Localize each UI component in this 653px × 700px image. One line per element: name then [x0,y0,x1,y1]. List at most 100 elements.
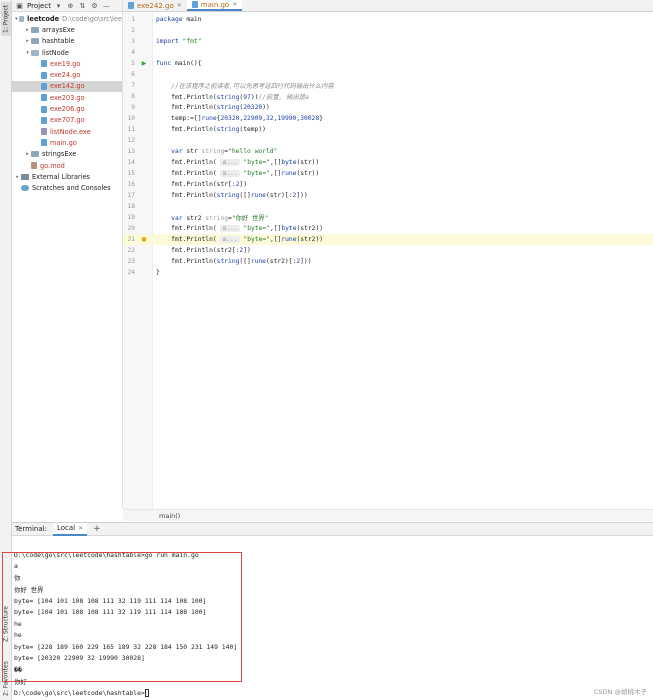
code-line[interactable]: 6 [123,69,653,80]
close-icon[interactable]: ✕ [78,525,83,532]
library-icon [21,173,29,180]
tree-item[interactable]: Scratches and Consoles [12,182,122,193]
code-text: fmt.Println(string(20320)) [156,104,270,111]
go-file-icon [128,2,134,9]
code-text: fmt.Println(string(97))//前置, 输出是a [156,94,309,101]
tree-item[interactable]: exe142.go [12,80,122,93]
tree-item-label: main.go [50,138,77,147]
tree-item[interactable]: main.go [12,137,122,148]
code-line[interactable]: 22 fmt.Println(str2[:2]) [123,245,653,256]
tree-item[interactable]: exe707.go [12,115,122,126]
project-tree: ▾ leetcode D:\code\go\src\lee ▸ arraysExe ▸ ha… [12,12,122,194]
tree-item[interactable]: ▸ arraysExe [12,24,122,35]
run-icon[interactable]: ▶ [135,60,153,67]
line-number: 6 [131,71,135,78]
code-line[interactable]: 20 fmt.Println( a... "byte=",[]byte(str2… [123,223,653,234]
exe-file-icon [41,128,47,136]
tree-item[interactable]: ▸ External Libraries [12,171,122,182]
tree-item-label: exe206.go [50,105,85,114]
lightbulb-icon[interactable]: ● [135,236,153,243]
project-tool-tab[interactable]: 1: Project [1,2,11,36]
locate-icon[interactable]: ⊕ [66,2,75,10]
breadcrumb[interactable]: main() [123,509,653,521]
tree-item[interactable]: ▾ leetcode D:\code\go\src\lee [12,13,122,24]
terminal-tab-local[interactable]: Local ✕ [52,522,88,536]
chevron-right-icon[interactable]: ▸ [14,174,21,180]
line-number: 22 [127,247,135,254]
code-line[interactable]: 16 fmt.Println(str[:2]) [123,179,653,190]
tree-item[interactable]: exe24.go [12,69,122,80]
chevron-right-icon[interactable]: ▸ [24,27,31,33]
code-text: fmt.Println(string([]rune(str2)[:2])) [156,258,312,265]
tree-item[interactable]: go.mod [12,160,122,171]
code-line[interactable]: 13 var str string="hello world" [123,146,653,157]
code-line[interactable]: 3 import "fmt" [123,36,653,47]
go-file-icon [41,60,47,68]
line-number: 17 [127,192,135,199]
tree-item[interactable]: listNode.exe [12,126,122,137]
close-icon[interactable]: ✕ [232,1,237,8]
code-line[interactable]: 18 [123,201,653,212]
hide-icon[interactable]: — [102,2,111,10]
code-text: var str2 string="你好 世界" [171,215,269,222]
tree-item[interactable]: exe19.go [12,58,122,69]
tree-item-label: listNode [42,48,69,57]
tree-item[interactable]: exe203.go [12,92,122,103]
code-text: fmt.Println(str2[:2]) [156,247,251,254]
tree-item[interactable]: ▸ hashtable [12,36,122,47]
terminal-final-prompt[interactable]: D:\code\go\src\leetcode\hashtable> [14,689,149,697]
chevron-right-icon[interactable]: ▸ [24,151,31,157]
terminal-header: Terminal: Local ✕ + [12,522,653,536]
code-text: fmt.Println(string(temp)) [156,126,266,133]
code-text: var str string="hello world" [171,148,278,155]
editor-tab[interactable]: main.go ✕ [186,0,243,11]
line-number: 9 [131,104,135,111]
code-line[interactable]: 7 //在该程序之前读者,可以先思考这四行代码输出什么内容 [123,80,653,91]
tree-item-label: Scratches and Consoles [32,184,111,193]
gear-icon[interactable]: ⚙ [90,2,99,10]
line-number: 11 [127,126,135,133]
tree-item-label: leetcode [27,14,60,23]
chevron-down-icon[interactable]: ▾ [24,50,31,56]
code-line[interactable]: 17 fmt.Println(string([]rune(str)[:2])) [123,190,653,201]
mod-file-icon [31,162,37,169]
chevron-down-icon[interactable]: ▾ [54,2,63,10]
code-text: //在该程序之前读者,可以先思考这四行代码输出什么内容 [171,83,334,90]
code-line[interactable]: 12 [123,135,653,146]
project-panel-title[interactable]: Project [27,2,51,10]
line-number: 13 [127,148,135,155]
code-line[interactable]: 14 fmt.Println( a... "byte=",[]byte(str)… [123,157,653,168]
code-line[interactable]: 8 fmt.Println(string(97))//前置, 输出是a [123,91,653,102]
line-number: 15 [127,170,135,177]
code-line[interactable]: 5 ▶ func main(){ [123,58,653,69]
folder-icon [31,151,39,158]
code-text: fmt.Println( a... "byte=",[]byte(str)) [156,159,320,166]
code-line[interactable]: 4 [123,47,653,58]
go-file-icon [41,71,47,79]
code-text: package main [156,16,202,23]
code-line[interactable]: 10 temp:=[]rune{20320,22909,32,19990,300… [123,113,653,124]
close-icon[interactable]: ✕ [177,2,182,9]
code-line[interactable]: 15 fmt.Println( a... "byte=",[]rune(str)… [123,168,653,179]
code-text: import "fmt" [156,38,202,45]
tree-item[interactable]: ▾ listNode [12,47,122,58]
line-number: 4 [131,49,135,56]
code-line[interactable]: 2 [123,25,653,36]
code-line[interactable]: 1 package main [123,14,653,25]
tree-item[interactable]: exe206.go [12,103,122,114]
tree-item[interactable]: ▸ stringsExe [12,149,122,160]
folder-icon [31,38,39,45]
code-area[interactable]: 1 package main 2 3 import "fmt" 4 5 ▶ func main(… [123,13,653,509]
add-terminal-button[interactable]: + [93,524,101,534]
code-line[interactable]: 11 fmt.Println(string(temp)) [123,124,653,135]
editor-tab[interactable]: exe242.go ✕ [123,0,187,11]
code-line[interactable]: 24} [123,267,653,278]
code-line[interactable]: 9 fmt.Println(string(20320)) [123,102,653,113]
code-line[interactable]: 19 var str2 string="你好 世界" [123,212,653,223]
chevron-right-icon[interactable]: ▸ [24,38,31,44]
terminal-cursor [144,689,149,697]
watermark: CSDN @胡桃木子 [593,688,647,696]
code-line[interactable]: 23 fmt.Println(string([]rune(str2)[:2])) [123,256,653,267]
code-line[interactable]: 21 ● fmt.Println( a... "byte=",[]rune(str… [123,234,653,245]
collapse-all-icon[interactable]: ⇅ [78,2,87,10]
